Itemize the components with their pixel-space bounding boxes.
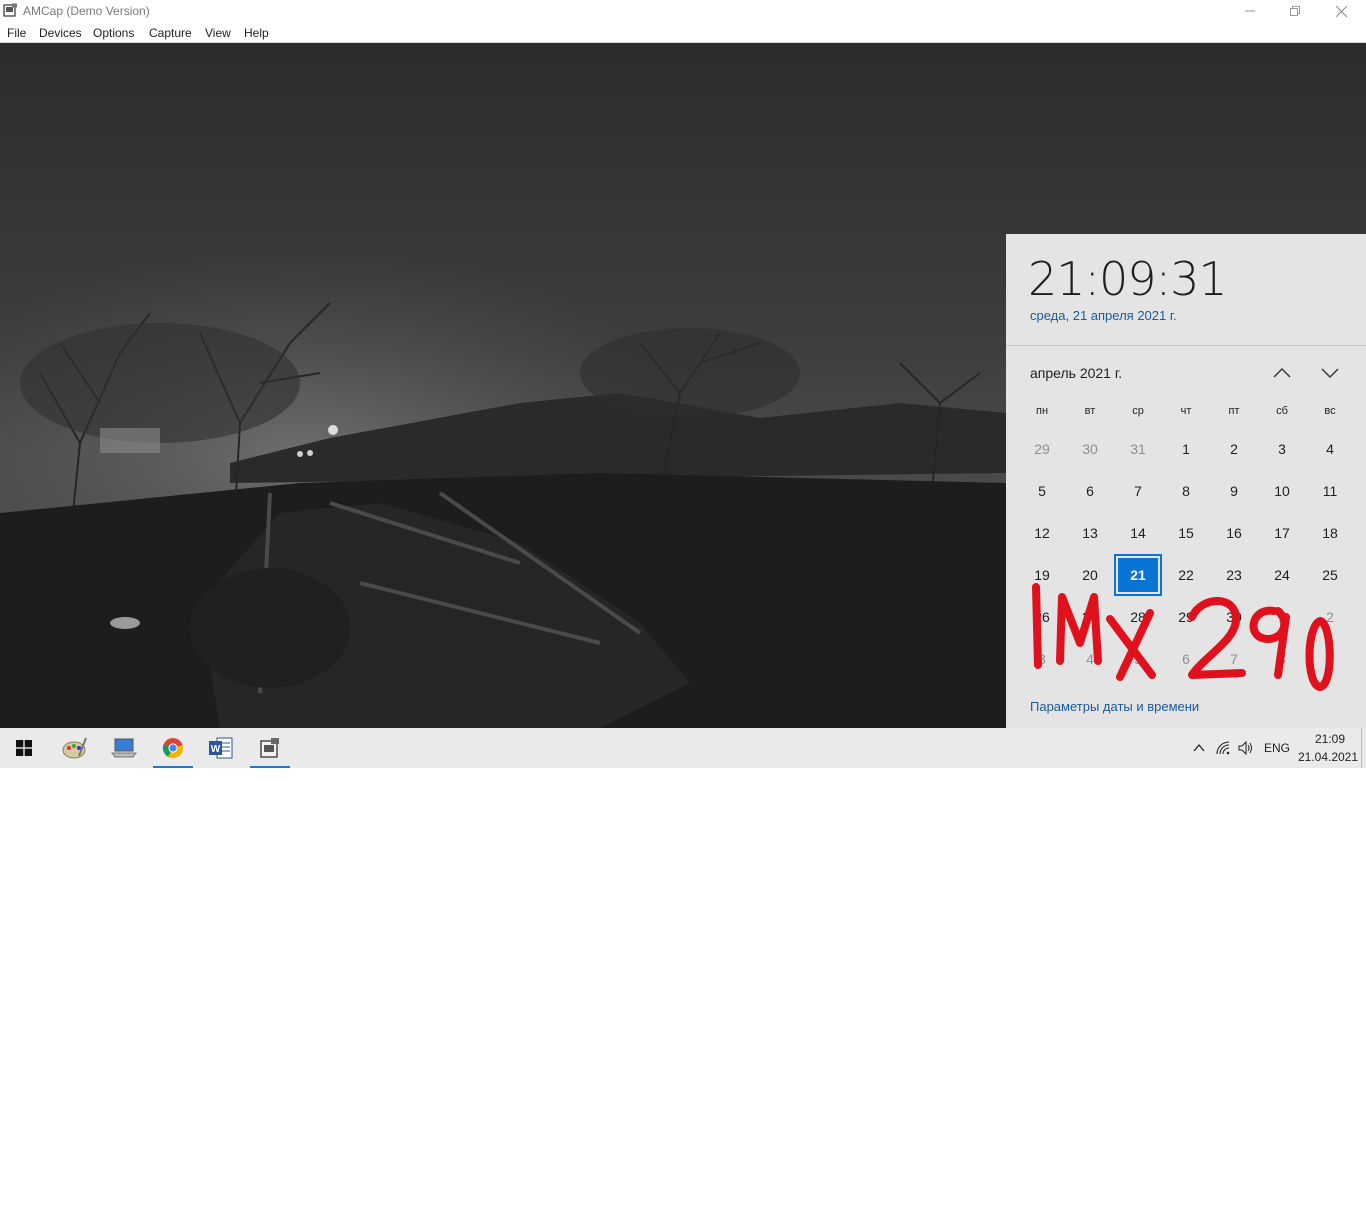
weekday-label: ср: [1132, 405, 1144, 417]
chrome-icon: [162, 738, 183, 759]
menu-file[interactable]: File: [7, 26, 26, 40]
minimize-button[interactable]: [1227, 0, 1273, 22]
calendar-day[interactable]: 16: [1212, 514, 1256, 552]
taskbar-amcap[interactable]: [246, 728, 294, 768]
calendar-day[interactable]: 10: [1260, 472, 1304, 510]
calendar-day[interactable]: 4: [1308, 430, 1352, 468]
taskbar-word[interactable]: W: [197, 728, 245, 768]
menu-help[interactable]: Help: [244, 26, 269, 40]
flyout-divider: [1006, 345, 1366, 346]
calendar-day[interactable]: 31: [1116, 430, 1160, 468]
handwritten-annotation: [1032, 583, 1334, 691]
close-button[interactable]: [1318, 0, 1364, 22]
language-indicator[interactable]: ENG: [1260, 728, 1294, 768]
calendar-day[interactable]: 13: [1068, 514, 1112, 552]
calendar-day[interactable]: 15: [1164, 514, 1208, 552]
menu-view[interactable]: View: [205, 26, 231, 40]
next-month-button[interactable]: [1315, 360, 1345, 386]
weekday-label: пн: [1035, 405, 1049, 417]
volume-button[interactable]: [1235, 728, 1257, 768]
calendar-day[interactable]: 7: [1116, 472, 1160, 510]
amcap-app-icon: [3, 3, 17, 17]
taskbar-clock-date: 21.04.2021: [1297, 750, 1359, 764]
show-hidden-icons-button[interactable]: [1188, 728, 1210, 768]
menu-bar: File Devices Options Capture View Help: [0, 23, 1366, 43]
menu-capture[interactable]: Capture: [149, 26, 192, 40]
calendar-day[interactable]: 11: [1308, 472, 1352, 510]
restore-icon: [1290, 6, 1300, 16]
amcap-icon: [260, 738, 279, 758]
chevron-up-icon: [1273, 368, 1291, 378]
calendar-day[interactable]: 2: [1212, 430, 1256, 468]
calendar-day[interactable]: 8: [1164, 472, 1208, 510]
window-title: AMCap (Demo Version): [23, 4, 150, 18]
weekday-label: пт: [1228, 405, 1240, 417]
calendar-day[interactable]: 17: [1260, 514, 1304, 552]
menu-devices[interactable]: Devices: [39, 26, 82, 40]
windows-start-icon: [16, 740, 32, 756]
taskbar-paint[interactable]: [50, 728, 98, 768]
calendar-day[interactable]: 18: [1308, 514, 1352, 552]
close-icon: [1335, 5, 1347, 17]
calendar-day[interactable]: 1: [1164, 430, 1208, 468]
weekday-label: вт: [1084, 405, 1096, 417]
network-button[interactable]: [1213, 728, 1235, 768]
calendar-day[interactable]: 30: [1068, 430, 1112, 468]
show-desktop-button[interactable]: [1361, 728, 1362, 768]
taskbar: W ENG 21:09 21.04.2021: [0, 728, 1366, 768]
chevron-down-icon: [1321, 368, 1339, 378]
calendar-day[interactable]: 9: [1212, 472, 1256, 510]
calendar-day[interactable]: 5: [1020, 472, 1064, 510]
wifi-network-icon: [1216, 741, 1230, 755]
calendar-day[interactable]: 12: [1020, 514, 1064, 552]
calendar-day[interactable]: 6: [1068, 472, 1112, 510]
paint-icon: [62, 737, 87, 759]
speaker-volume-icon: [1238, 741, 1252, 755]
weekday-label: сб: [1276, 405, 1288, 417]
svg-text:W: W: [211, 744, 221, 755]
laptop-icon: [111, 738, 137, 758]
month-label[interactable]: апрель 2021 г.: [1030, 365, 1122, 381]
taskbar-chrome[interactable]: [149, 728, 197, 768]
word-icon: W: [209, 737, 233, 759]
title-bar: AMCap (Demo Version): [0, 0, 1366, 22]
flyout-date[interactable]: среда, 21 апреля 2021 г.: [1030, 308, 1177, 323]
date-time-settings-link[interactable]: Параметры даты и времени: [1030, 699, 1199, 714]
weekday-label: чт: [1180, 405, 1192, 417]
minimize-icon: [1245, 10, 1255, 12]
calendar-day[interactable]: 3: [1260, 430, 1304, 468]
start-button[interactable]: [0, 728, 48, 768]
calendar-day[interactable]: 29: [1020, 430, 1064, 468]
taskbar-laptop[interactable]: [100, 728, 148, 768]
previous-month-button[interactable]: [1267, 360, 1297, 386]
weekday-label: вс: [1324, 405, 1336, 417]
taskbar-clock-time: 21:09: [1314, 732, 1346, 746]
menu-options[interactable]: Options: [93, 26, 134, 40]
calendar-day[interactable]: 14: [1116, 514, 1160, 552]
chevron-up-icon: [1193, 744, 1205, 752]
restore-button[interactable]: [1272, 0, 1318, 22]
flyout-clock: 21:09:31: [1028, 252, 1228, 306]
